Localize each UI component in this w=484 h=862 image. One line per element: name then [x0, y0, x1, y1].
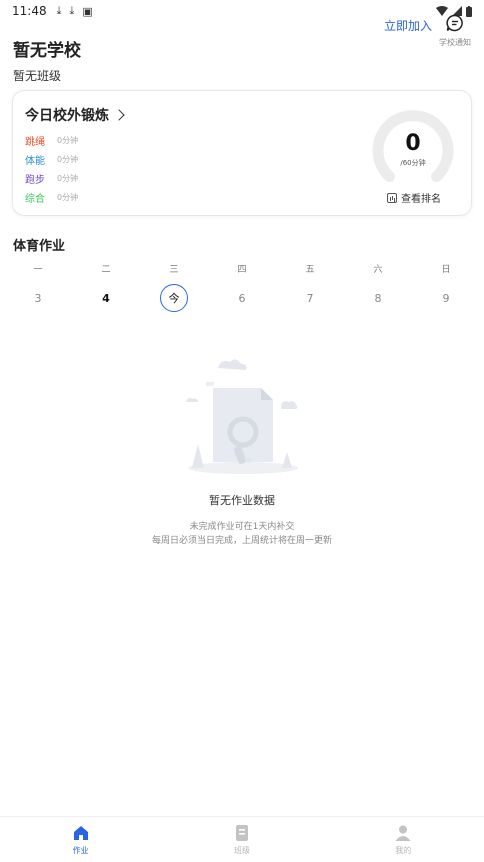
download-icon: ⤓ [69, 4, 75, 17]
metric-row: 综合 0分钟 [25, 188, 78, 207]
goal-label: /60分钟 [400, 159, 426, 167]
chat-bubble-icon [446, 14, 463, 32]
weekday-label: 一 [33, 265, 43, 275]
day-column: 六 8 [344, 262, 412, 312]
activity-card-title-text: 今日校外锻炼 [25, 108, 109, 124]
bottom-nav: 作业 班级 我的 [0, 816, 484, 862]
home-icon [73, 826, 88, 840]
download-icon: ⤓ [56, 4, 62, 17]
status-time: 11:48 [12, 4, 47, 18]
weekday-label: 三 [169, 265, 179, 275]
view-ranking-label: 查看排名 [401, 194, 441, 205]
metric-row: 体能 0分钟 [25, 150, 78, 169]
empty-desc-line-2: 每周日必须当日完成，上周统计将在周一更新 [151, 536, 332, 546]
date-button[interactable]: 9 [432, 284, 460, 312]
day-column: 四 6 [208, 262, 276, 312]
date-button[interactable]: 3 [24, 284, 52, 312]
weekday-label: 二 [101, 265, 111, 275]
weekday-label: 五 [305, 265, 315, 275]
ranking-icon [387, 192, 397, 203]
metric-name: 综合 [25, 194, 45, 205]
nav-item-class[interactable]: 班级 [161, 817, 322, 862]
date-button[interactable]: 6 [228, 284, 256, 312]
date-button[interactable]: 7 [296, 284, 324, 312]
day-column: 五 7 [276, 262, 344, 312]
notification-icon: ▣ [82, 4, 93, 18]
empty-desc-line-1: 未完成作业可在1天内补交 [189, 522, 295, 532]
metric-name: 跳绳 [25, 137, 45, 148]
profile-icon [395, 825, 411, 841]
join-button[interactable]: 立即加入 [384, 17, 432, 34]
weekday-label: 六 [373, 265, 383, 275]
nav-label-class: 班级 [233, 846, 250, 855]
progress-gauge: 0 /60分钟 [371, 105, 455, 189]
class-icon [235, 825, 248, 841]
empty-state-description: 未完成作业可在1天内补交 每周日必须当日完成，上周统计将在周一更新 [0, 520, 484, 548]
day-column: 三 今 [140, 262, 208, 312]
date-button[interactable]: 4 [92, 284, 120, 312]
day-column: 二 4 [72, 262, 140, 312]
metric-row: 跳绳 0分钟 [25, 131, 78, 150]
week-selector: 一 3 二 4 三 今 四 6 五 7 六 8 日 9 [4, 262, 480, 312]
activity-card: 今日校外锻炼 跳绳 0分钟 体能 0分钟 跑步 0分钟 综合 0分钟 0 /60… [12, 90, 472, 216]
notice-label: 学校通知 [439, 38, 471, 47]
metric-value: 0分钟 [57, 155, 79, 164]
nav-label-homework: 作业 [72, 846, 89, 855]
metric-value: 0分钟 [57, 174, 79, 183]
metric-value: 0分钟 [57, 193, 79, 202]
view-ranking-button[interactable]: 查看排名 [387, 190, 441, 205]
nav-item-homework[interactable]: 作业 [0, 817, 161, 862]
day-column: 日 9 [412, 262, 480, 312]
day-column: 一 3 [4, 262, 72, 312]
school-name: 暂无学校 [13, 41, 81, 61]
total-minutes: 0 [405, 131, 421, 156]
nav-label-profile: 我的 [395, 846, 412, 855]
metric-value: 0分钟 [57, 136, 79, 145]
class-name: 暂无班级 [13, 69, 62, 83]
homework-title: 体育作业 [13, 239, 66, 254]
empty-state-title: 暂无作业数据 [209, 494, 275, 507]
activity-card-title[interactable]: 今日校外锻炼 [25, 105, 125, 125]
metric-name: 跑步 [25, 175, 45, 186]
nav-item-profile[interactable]: 我的 [323, 817, 484, 862]
weekday-label: 四 [237, 265, 247, 275]
metric-name: 体能 [25, 156, 45, 167]
metric-list: 跳绳 0分钟 体能 0分钟 跑步 0分钟 综合 0分钟 [25, 131, 78, 207]
date-button[interactable]: 8 [364, 284, 392, 312]
date-button-today[interactable]: 今 [160, 284, 188, 312]
metric-row: 跑步 0分钟 [25, 169, 78, 188]
weekday-label: 日 [441, 265, 451, 275]
chevron-right-icon [113, 109, 125, 121]
school-notice-button[interactable]: 学校通知 [438, 14, 472, 48]
empty-state-illustration [186, 359, 298, 474]
